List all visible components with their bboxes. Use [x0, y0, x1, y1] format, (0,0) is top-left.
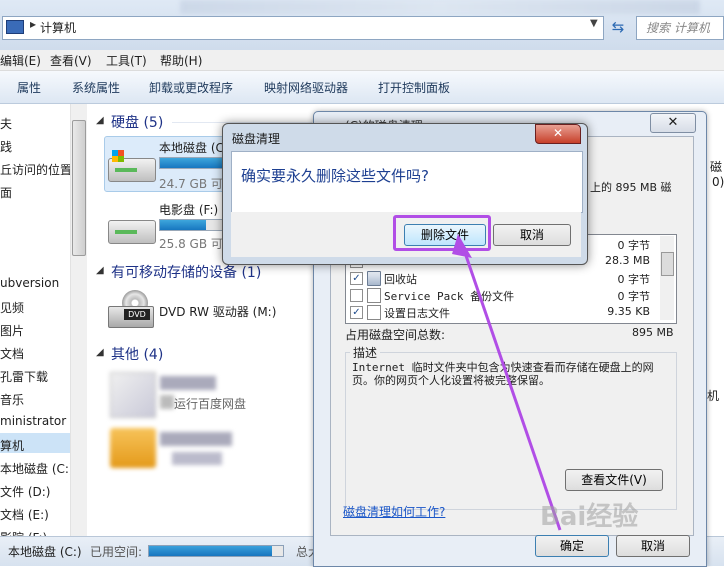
blurred-sub [172, 452, 222, 465]
nav-item[interactable]: 践 [0, 138, 12, 155]
close-icon[interactable]: ✕ [535, 124, 581, 144]
checkbox[interactable]: ✓ [350, 306, 363, 319]
hard-drive-icon [108, 220, 156, 244]
blurred-title-strip [180, 0, 700, 14]
toolbar-uninstall[interactable]: 卸载或更改程序 [149, 79, 233, 96]
drive-f-usage-bar [159, 219, 225, 231]
drive-c-name[interactable]: 本地磁盘 (C [159, 139, 224, 156]
menu-tools[interactable]: 工具(T) [106, 52, 147, 69]
address-path[interactable]: 计算机 [40, 19, 76, 36]
gain-text: 上的 895 MB 磁 [590, 181, 672, 194]
close-icon[interactable]: ✕ [650, 113, 696, 133]
collapse-icon[interactable]: ◢ [96, 265, 104, 276]
nav-item-recent[interactable]: 丘访问的位置 [0, 161, 72, 178]
checkbox[interactable] [350, 289, 363, 302]
other-item-sub: 运行百度网盘 [174, 397, 247, 411]
computer-icon [6, 20, 24, 34]
annotation-arrow [452, 234, 562, 531]
chevron-right-icon[interactable]: ▸ [30, 17, 36, 31]
nav-item-administrator[interactable]: ministrator [0, 414, 66, 428]
blurred-prefix [160, 395, 174, 409]
group-hard-disks[interactable]: 硬盘 (5) [111, 112, 163, 132]
file-icon [367, 305, 381, 320]
status-used-label: 已用空间: [90, 545, 143, 559]
collapse-icon[interactable]: ◢ [96, 115, 104, 126]
drive-c-free: 24.7 GB 可 [159, 177, 223, 191]
drive-f-name[interactable]: 电影盘 (F:) [159, 201, 218, 218]
nav-item-documents[interactable]: 文档 [0, 345, 24, 362]
edge-text: 磁 [710, 160, 723, 174]
blurred-name [160, 432, 232, 446]
folder-icon[interactable] [110, 428, 156, 468]
total-value: 895 MB [632, 326, 674, 339]
status-usage-bar [148, 545, 284, 557]
watermark: Bai经验 [540, 502, 639, 532]
edge-text: 0) [712, 175, 724, 189]
nav-item-drive-c[interactable]: 本地磁盘 (C:) [0, 460, 74, 477]
search-placeholder: 搜索 计算机 [646, 21, 710, 35]
list-scrollbar[interactable] [660, 236, 674, 320]
dvd-drive-name[interactable]: DVD RW 驱动器 (M:) [159, 303, 276, 320]
nav-item-music[interactable]: 音乐 [0, 391, 24, 408]
blurred-name [160, 376, 216, 390]
nav-item[interactable]: 夫 [0, 115, 12, 132]
nav-item-drive-d[interactable]: 文件 (D:) [0, 483, 50, 500]
checkbox[interactable]: ✓ [350, 272, 363, 285]
drive-f-free: 25.8 GB 可 [159, 237, 223, 251]
list-scroll-thumb[interactable] [661, 252, 674, 276]
edge-text: 机 [707, 389, 720, 403]
app-icon[interactable] [110, 372, 156, 418]
nav-item[interactable]: 面 [0, 184, 12, 201]
help-link[interactable]: 磁盘清理如何工作? [343, 503, 445, 520]
nav-item-subversion[interactable]: ubversion [0, 276, 59, 290]
nav-item-drive-e[interactable]: 文档 (E:) [0, 506, 49, 523]
confirm-question: 确实要永久删除这些文件吗? [241, 167, 429, 185]
nav-item-computer[interactable]: 算机 [0, 437, 24, 454]
nav-item-downloads[interactable]: 孔雷下载 [0, 368, 48, 385]
group-other[interactable]: 其他 (4) [111, 344, 163, 364]
group-removable[interactable]: 有可移动存储的设备 (1) [111, 262, 261, 282]
description-legend: 描述 [350, 344, 381, 361]
nav-scroll-thumb[interactable] [72, 120, 86, 256]
dvd-label: DVD [124, 309, 150, 320]
chevron-down-icon[interactable]: ▼ [590, 18, 598, 29]
status-drive: 本地磁盘 (C:) [8, 545, 82, 559]
cancel-button[interactable]: 取消 [616, 535, 690, 557]
nav-item-pictures[interactable]: 图片 [0, 322, 24, 339]
collapse-icon[interactable]: ◢ [96, 347, 104, 358]
toolbar-map-drive[interactable]: 映射网络驱动器 [264, 79, 348, 96]
file-icon [367, 288, 381, 303]
menu-view[interactable]: 查看(V) [50, 52, 92, 69]
toolbar-properties[interactable]: 属性 [17, 79, 41, 96]
toolbar-control-panel[interactable]: 打开控制面板 [378, 79, 450, 96]
nav-item-videos[interactable]: 见频 [0, 299, 24, 316]
menu-help[interactable]: 帮助(H) [160, 52, 202, 69]
total-label: 占用磁盘空间总数: [345, 328, 446, 342]
menu-edit[interactable]: 编辑(E) [0, 52, 41, 69]
confirm-title: 磁盘清理 [232, 132, 281, 146]
windows-logo-icon [112, 150, 124, 162]
toolbar-system-properties[interactable]: 系统属性 [72, 79, 120, 96]
dvd-drive-icon: DVD [108, 290, 154, 330]
address-field[interactable] [2, 16, 604, 40]
refresh-icon[interactable]: ⇆ [606, 16, 630, 38]
recycle-bin-icon [367, 271, 381, 286]
